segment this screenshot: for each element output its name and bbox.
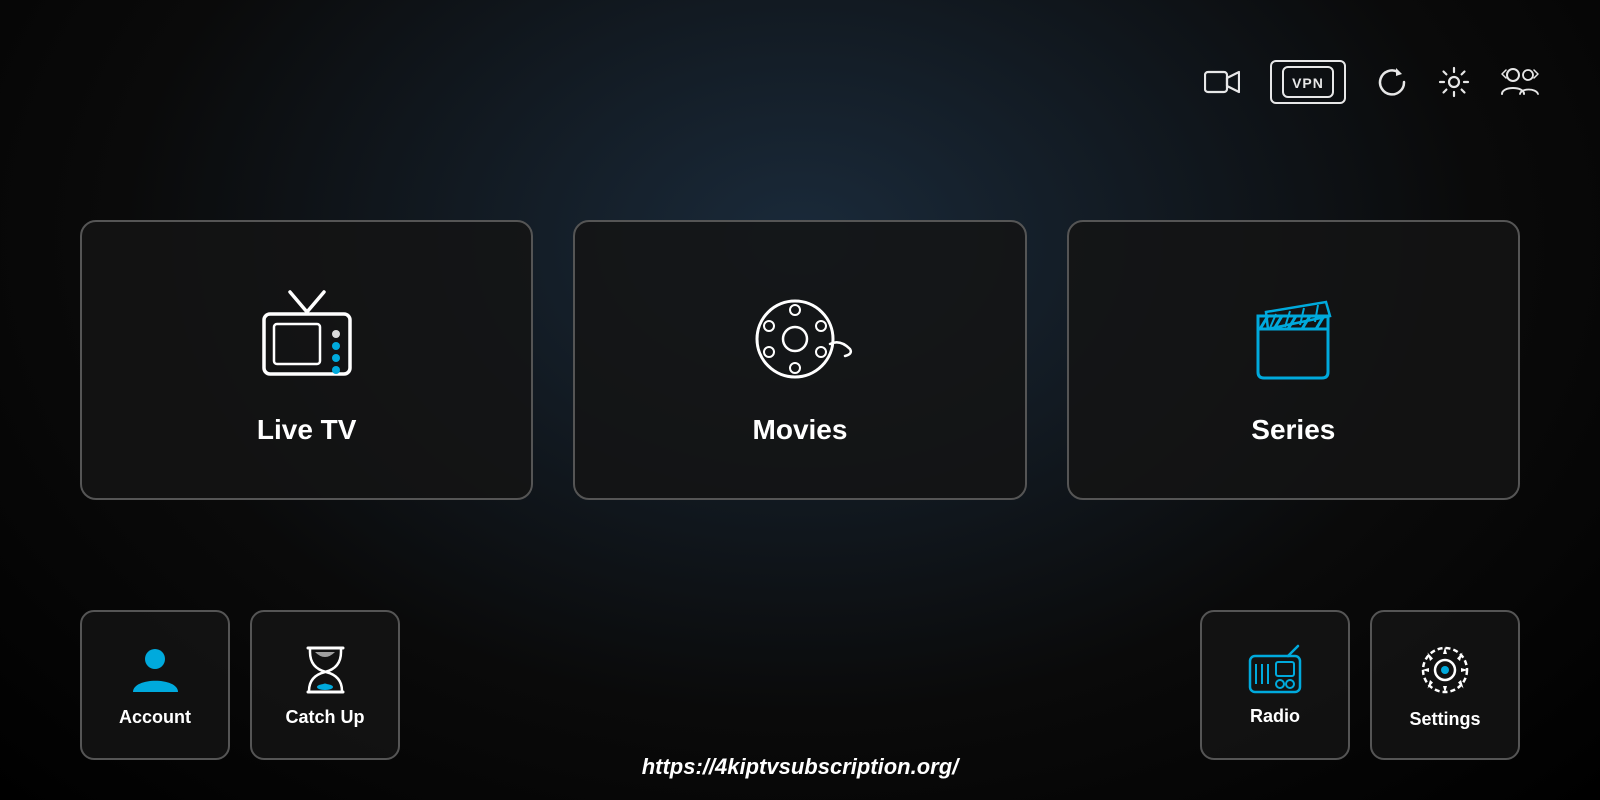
settings-top-icon[interactable] [1438, 66, 1470, 98]
video-camera-icon[interactable] [1204, 69, 1240, 95]
catch-up-label: Catch Up [285, 707, 364, 728]
settings-card[interactable]: Settings [1370, 610, 1520, 760]
radio-label: Radio [1250, 706, 1300, 727]
account-card[interactable]: Account [80, 610, 230, 760]
radio-icon [1246, 644, 1304, 696]
series-card[interactable]: Series [1067, 220, 1520, 500]
series-icon [1238, 284, 1348, 394]
live-tv-icon [252, 284, 362, 394]
users-switch-icon[interactable] [1500, 66, 1540, 98]
movies-card[interactable]: Movies [573, 220, 1026, 500]
main-card-grid: Live TV Movies [80, 220, 1520, 500]
url-text: https://4kiptvsubscription.org/ [642, 754, 959, 780]
settings-label: Settings [1409, 709, 1480, 730]
bottom-left-cards: Account Catch Up [80, 610, 400, 760]
catch-up-card[interactable]: Catch Up [250, 610, 400, 760]
radio-card[interactable]: Radio [1200, 610, 1350, 760]
movies-icon [745, 284, 855, 394]
settings-icon [1416, 641, 1474, 699]
bottom-right-cards: Radio Settings [1200, 610, 1520, 760]
catch-up-icon [298, 642, 353, 697]
account-icon [128, 642, 183, 697]
account-label: Account [119, 707, 191, 728]
svg-text:VPN: VPN [1292, 75, 1324, 91]
live-tv-card[interactable]: Live TV [80, 220, 533, 500]
live-tv-label: Live TV [257, 414, 357, 446]
vpn-icon[interactable]: VPN [1270, 60, 1346, 104]
top-icon-bar: VPN [1204, 60, 1540, 104]
refresh-icon[interactable] [1376, 66, 1408, 98]
series-label: Series [1251, 414, 1335, 446]
movies-label: Movies [753, 414, 848, 446]
